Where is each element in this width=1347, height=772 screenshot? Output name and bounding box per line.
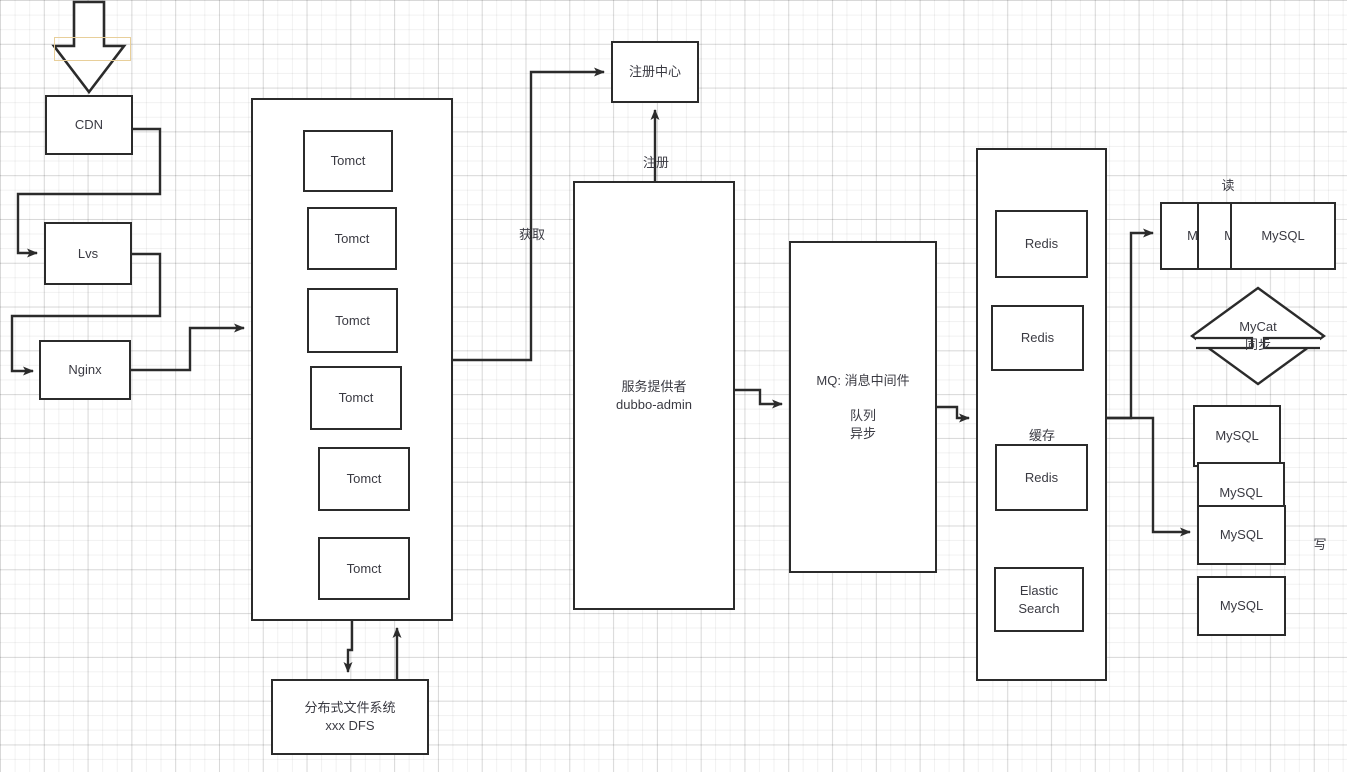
node-mysql-read-3-label: MySQL [1261, 228, 1305, 244]
node-registry-center[interactable]: 注册中心 [611, 41, 699, 103]
node-redis-2-label: Redis [1020, 330, 1055, 346]
node-mq-label: MQ: 消息中间件 队列 异步 [816, 372, 910, 441]
write-label-text: 写 [1313, 536, 1327, 552]
node-mysql-write-2-label: MySQL [1219, 485, 1263, 501]
node-registry-label: 注册中心 [628, 64, 681, 80]
node-tomcat-5-label: Tomct [346, 471, 382, 487]
node-tomcat-6[interactable]: Tomct [318, 537, 410, 600]
node-redis-1[interactable]: Redis [995, 210, 1088, 278]
node-service-provider[interactable]: 服务提供者 dubbo-admin [573, 181, 735, 610]
entry-arrow-ghost-rect [54, 37, 131, 61]
node-mysql-write-3[interactable]: MySQL [1197, 505, 1286, 565]
node-tomcat-2[interactable]: Tomct [307, 207, 397, 270]
fetch-edge-label: 获取 [511, 208, 553, 243]
node-mysql-write-4-label: MySQL [1219, 598, 1264, 614]
node-mycat[interactable]: MyCat 同步 [1190, 286, 1326, 386]
node-tomcat-5[interactable]: Tomct [318, 447, 410, 511]
node-redis-3-label: Redis [1024, 469, 1059, 485]
node-tomcat-1[interactable]: Tomct [303, 130, 393, 192]
node-redis-2[interactable]: Redis [991, 305, 1084, 371]
node-mysql-write-4[interactable]: MySQL [1197, 576, 1286, 636]
node-message-queue[interactable]: MQ: 消息中间件 队列 异步 [789, 241, 937, 573]
node-dfs-label: 分布式文件系统 xxx DFS [304, 700, 396, 733]
cache-label-text: 缓存 [1028, 427, 1055, 443]
read-label-text: 读 [1221, 177, 1235, 193]
node-cdn-label: CDN [74, 117, 104, 133]
node-tomcat-1-label: Tomct [330, 153, 366, 169]
node-nginx[interactable]: Nginx [39, 340, 131, 400]
write-label: 写 [1302, 518, 1338, 553]
node-lvs-label: Lvs [77, 245, 99, 261]
cache-cluster-label: 缓存 [1012, 409, 1072, 444]
node-tomcat-3-label: Tomct [335, 312, 370, 328]
node-mysql-write-1[interactable]: MySQL [1193, 405, 1281, 467]
node-tomcat-2-label: Tomct [334, 230, 370, 246]
node-tomcat-4-label: Tomct [338, 390, 374, 406]
node-elasticsearch[interactable]: Elastic Search [994, 567, 1084, 632]
node-distributed-file-system[interactable]: 分布式文件系统 xxx DFS [271, 679, 429, 755]
node-mysql-write-1-label: MySQL [1215, 428, 1259, 444]
register-edge-text: 注册 [642, 154, 669, 170]
node-tomcat-6-label: Tomct [346, 560, 382, 576]
node-elasticsearch-label: Elastic Search [1018, 582, 1060, 616]
node-lvs[interactable]: Lvs [44, 222, 132, 285]
node-nginx-label: Nginx [68, 362, 102, 378]
node-mycat-label: MyCat 同步 [1239, 319, 1277, 352]
node-tomcat-3[interactable]: Tomct [307, 288, 398, 353]
node-redis-1-label: Redis [1024, 236, 1059, 252]
fetch-edge-text: 获取 [518, 226, 545, 242]
read-label: 读 [1208, 159, 1248, 194]
node-tomcat-4[interactable]: Tomct [310, 366, 402, 430]
register-edge-label: 注册 [635, 136, 677, 171]
node-mysql-read-3[interactable]: MySQL [1230, 202, 1336, 270]
node-redis-3[interactable]: Redis [995, 444, 1088, 511]
node-cdn[interactable]: CDN [45, 95, 133, 155]
node-mysql-write-3-label: MySQL [1219, 527, 1264, 543]
node-provider-label: 服务提供者 dubbo-admin [616, 378, 692, 412]
